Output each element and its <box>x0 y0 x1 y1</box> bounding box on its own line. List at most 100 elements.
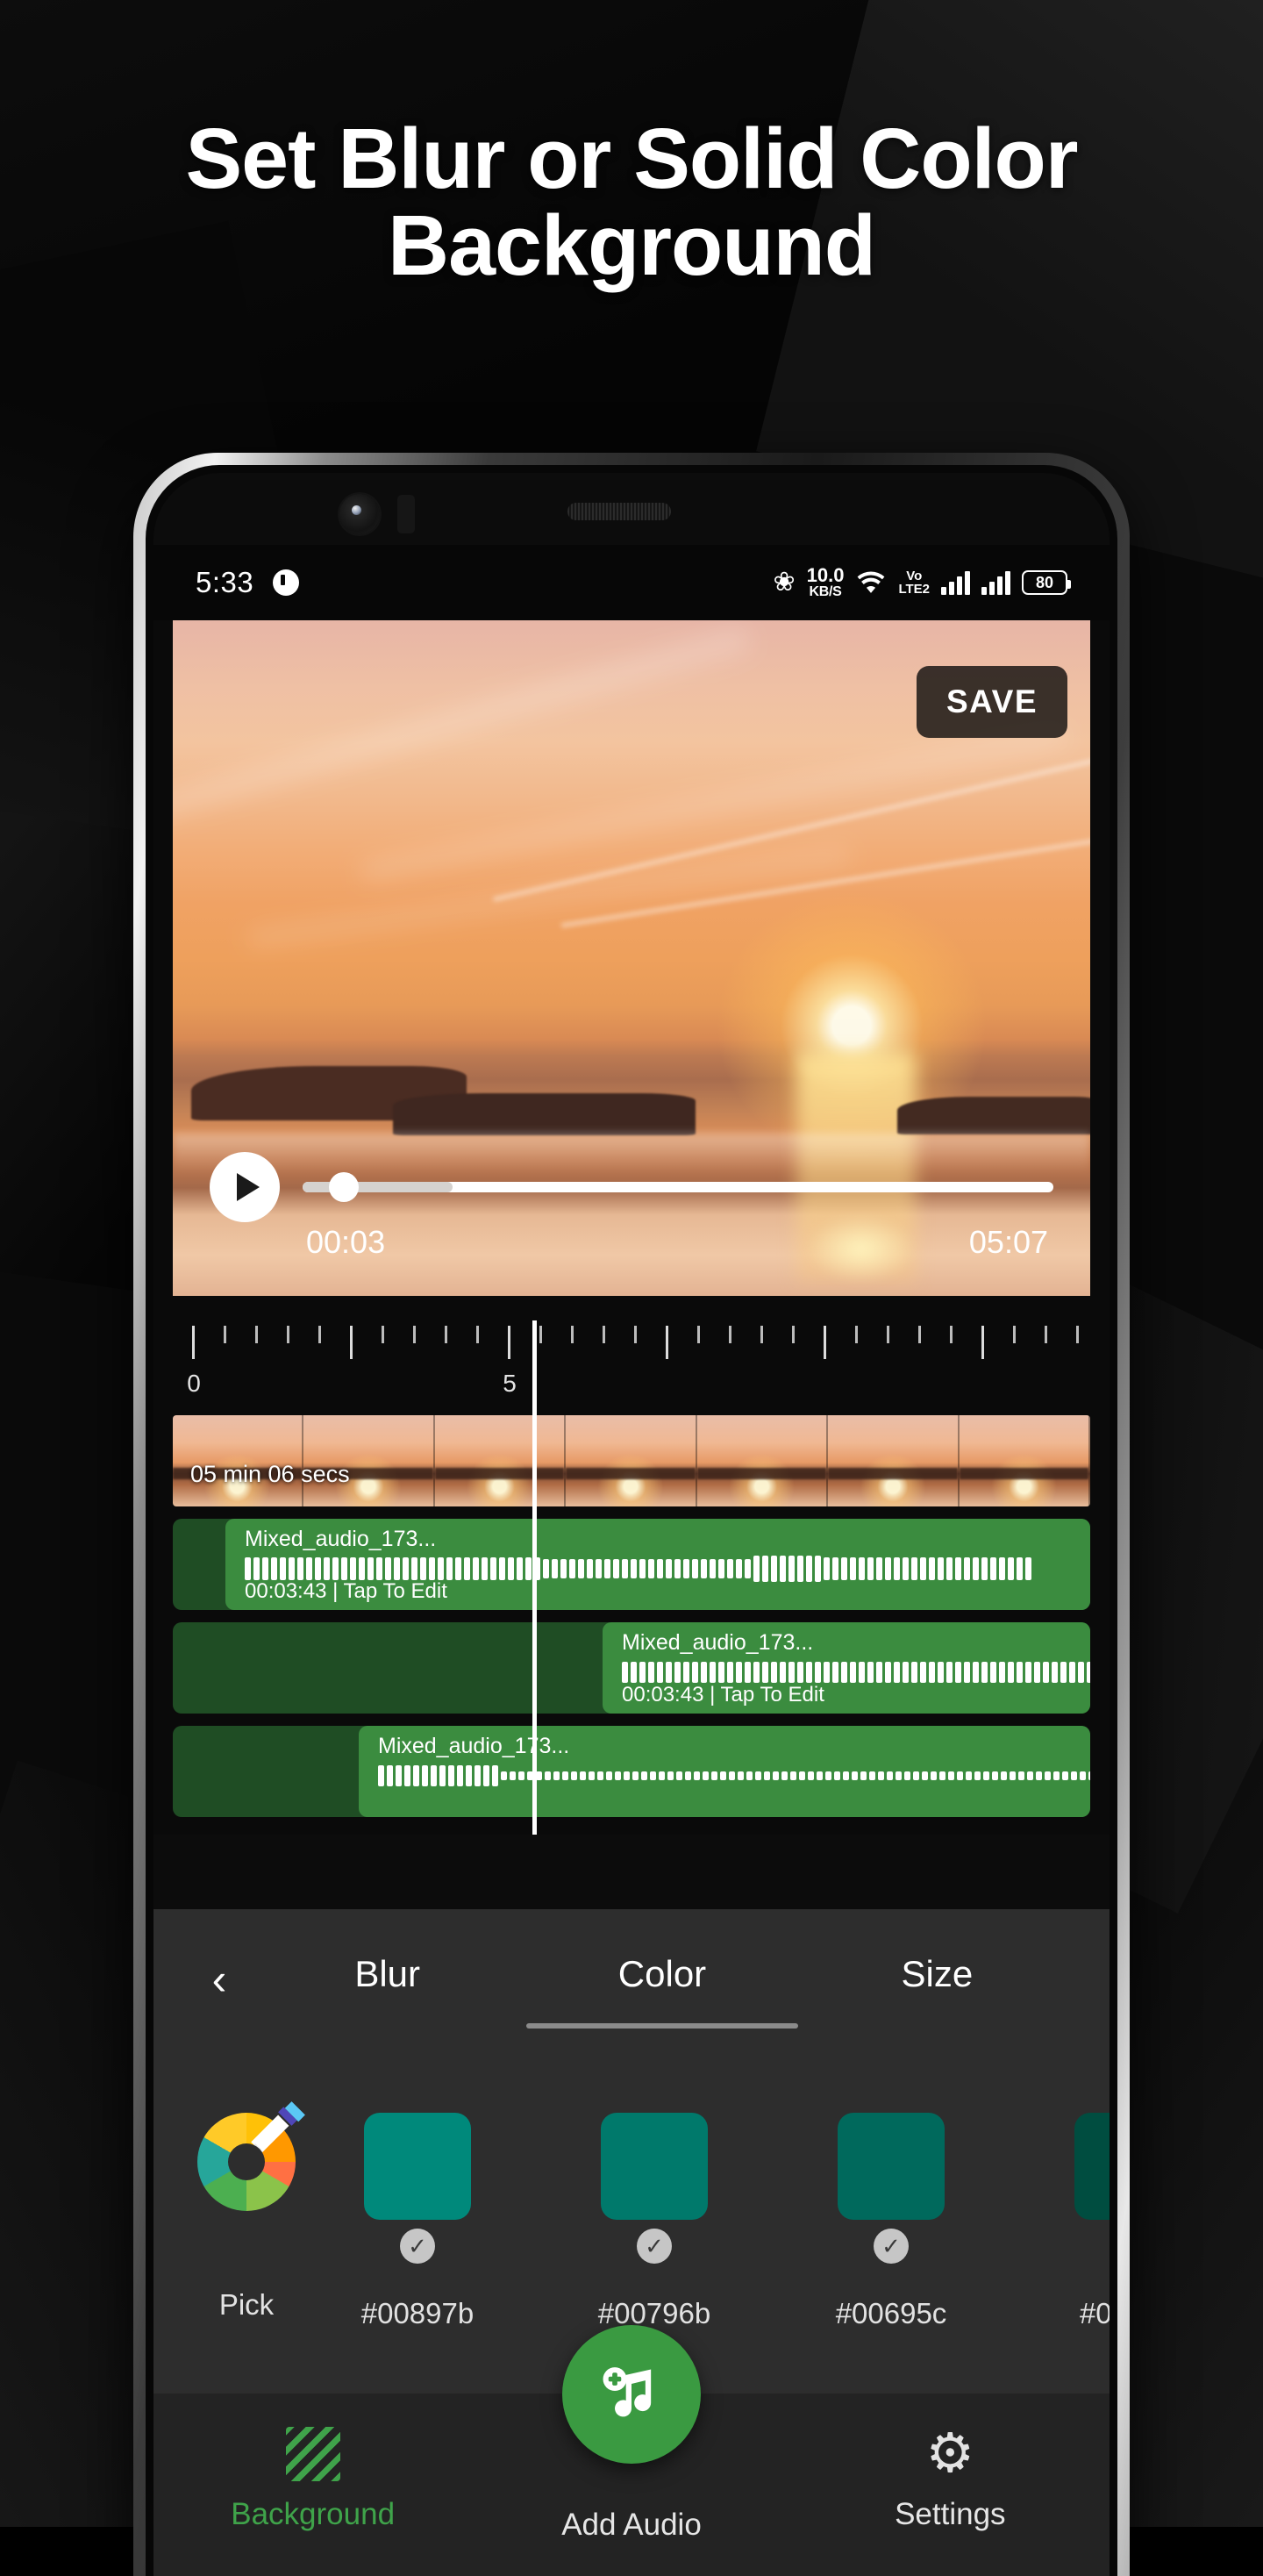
video-track[interactable]: 05 min 06 secs <box>173 1415 1090 1506</box>
swatch-chip[interactable] <box>1074 2113 1110 2220</box>
swatch-chip[interactable] <box>838 2113 945 2220</box>
audio-waveform <box>378 1761 1090 1791</box>
video-player-controls: 00:03 05:07 <box>173 1138 1090 1296</box>
headline-line-2: Background <box>388 197 876 293</box>
timeline-ruler[interactable]: 05 <box>153 1296 1110 1403</box>
phone-bezel: 5:33 ❀ 10.0 KB/S Vo LTE2 80 SAVE 00:03 0… <box>146 465 1117 2576</box>
nav-item-background[interactable]: Background <box>190 2427 436 2532</box>
ruler-tick-major <box>192 1326 195 1359</box>
signal-bars-sim1-icon <box>941 570 970 595</box>
network-speed-value: 10.0 <box>806 564 845 586</box>
chevron-left-icon[interactable]: ‹ <box>189 1957 250 2001</box>
ruler-tick-major <box>981 1326 984 1359</box>
audio-clip[interactable]: Mixed_audio_173... 00:03:43 | Tap To Edi… <box>603 1622 1090 1714</box>
ruler-tick-minor <box>318 1326 321 1343</box>
seek-thumb[interactable] <box>329 1172 360 1202</box>
status-clock: 5:33 <box>196 566 254 598</box>
phone-screen: 5:33 ❀ 10.0 KB/S Vo LTE2 80 SAVE 00:03 0… <box>153 473 1110 2576</box>
color-picker-button[interactable]: Pick <box>194 2101 305 2322</box>
swatch-chip[interactable] <box>364 2113 471 2220</box>
color-swatch[interactable]: ✓ #00796b <box>536 2113 773 2330</box>
audio-clip[interactable]: Mixed_audio_173... 00:03:43 | Tap To Edi… <box>225 1519 1090 1610</box>
ruler-tick-minor <box>382 1326 384 1343</box>
nav-label-background: Background <box>231 2497 396 2531</box>
eyedropper-icon <box>251 2101 305 2155</box>
save-button[interactable]: SAVE <box>916 666 1067 738</box>
color-picker-label: Pick <box>218 2288 275 2321</box>
audio-clip-meta: 00:03:43 | Tap To Edit <box>245 1579 447 1603</box>
add-audio-button[interactable] <box>562 2325 701 2464</box>
audio-track[interactable]: Mixed_audio_173... 00:03:43 | Tap To Edi… <box>173 1622 1090 1714</box>
editor-timeline[interactable]: 05 05 min 06 secs Mixed_audio_173... 00:… <box>153 1296 1110 1835</box>
video-preview[interactable]: SAVE 00:03 05:07 <box>153 620 1110 1296</box>
ruler-tick-minor <box>729 1326 731 1343</box>
total-time: 05:07 <box>968 1224 1048 1260</box>
battery-level: 80 <box>1035 573 1054 591</box>
ruler-tick-minor <box>918 1326 921 1343</box>
audio-clip-meta: 00:03:43 | Tap To Edit <box>622 1683 824 1707</box>
volte-top: Vo <box>906 569 923 583</box>
current-time: 00:03 <box>306 1224 386 1260</box>
nav-label-settings: Settings <box>895 2497 1006 2531</box>
cloud <box>173 626 751 826</box>
ruler-tick-minor <box>539 1326 542 1343</box>
gear-icon: ⚙ <box>925 2423 975 2484</box>
seek-track[interactable] <box>303 1172 1053 1202</box>
ruler-tick-minor <box>413 1326 416 1343</box>
ruler-tick-minor <box>887 1326 889 1343</box>
ruler-tick-minor <box>760 1326 763 1343</box>
tab-size[interactable]: Size <box>800 1953 1074 2006</box>
audio-track[interactable]: Mixed_audio_173... <box>173 1726 1090 1817</box>
ruler-tick-major <box>666 1326 668 1359</box>
color-swatch[interactable]: ✓ #004d4 <box>1010 2113 1110 2330</box>
play-button[interactable] <box>210 1152 280 1222</box>
earpiece-speaker-icon <box>567 503 671 520</box>
audio-track[interactable]: Mixed_audio_173... 00:03:43 | Tap To Edi… <box>173 1519 1090 1610</box>
swatch-label: #004d4 <box>1079 2297 1110 2329</box>
play-icon <box>236 1173 260 1201</box>
bluetooth-icon: ❀ <box>773 568 796 597</box>
volte-bottom: LTE2 <box>898 582 930 597</box>
ruler-tick-minor <box>571 1326 574 1343</box>
ruler-label: 0 <box>187 1370 201 1397</box>
phone-sensor-area <box>153 473 1110 545</box>
color-swatch[interactable]: ✓ #00897b <box>299 2113 536 2330</box>
status-bar-right: ❀ 10.0 KB/S Vo LTE2 80 <box>773 564 1071 599</box>
network-speed-unit: KB/S <box>809 584 842 599</box>
tab-blur[interactable]: Blur <box>250 1953 524 2006</box>
phone-mockup: 5:33 ❀ 10.0 KB/S Vo LTE2 80 SAVE 00:03 0… <box>133 453 1130 2576</box>
timeline-playhead[interactable] <box>532 1320 537 1835</box>
dnd-icon <box>273 569 300 596</box>
ruler-tick-minor <box>287 1326 289 1343</box>
cloud <box>360 727 1067 880</box>
swatch-chip[interactable] <box>601 2113 708 2220</box>
check-icon: ✓ <box>874 2229 909 2264</box>
video-thumb <box>434 1415 567 1506</box>
headline-line-1: Set Blur or Solid Color <box>185 111 1078 206</box>
rock-silhouette <box>393 1093 696 1135</box>
seek-bar[interactable] <box>303 1152 1053 1222</box>
audio-clip-name: Mixed_audio_173... <box>622 1630 814 1655</box>
color-swatch[interactable]: ✓ #00695c <box>773 2113 1010 2330</box>
tab-color[interactable]: Color <box>524 1953 799 2006</box>
ruler-tick-minor <box>476 1326 479 1343</box>
swatch-label: #00796b <box>597 2297 711 2329</box>
ruler-tick-major <box>350 1326 353 1359</box>
video-thumb <box>959 1415 1090 1506</box>
signal-bars-sim2-icon <box>981 570 1010 595</box>
audio-clip[interactable]: Mixed_audio_173... <box>359 1726 1090 1817</box>
ruler-tick-minor <box>792 1326 795 1343</box>
video-thumb <box>696 1415 829 1506</box>
ruler-tick-minor <box>697 1326 700 1343</box>
video-clip-duration: 05 min 06 secs <box>190 1461 350 1487</box>
swatch-label: #00695c <box>835 2297 947 2329</box>
audio-clip-name: Mixed_audio_173... <box>245 1527 437 1551</box>
ruler-tick-minor <box>445 1326 447 1343</box>
ruler-tick-minor <box>1076 1326 1079 1343</box>
seek-progress <box>303 1182 453 1192</box>
ruler-tick-minor <box>855 1326 858 1343</box>
nav-item-settings[interactable]: ⚙ Settings <box>827 2427 1073 2532</box>
ruler-tick-major <box>508 1326 510 1359</box>
battery-icon: 80 <box>1022 570 1071 595</box>
ruler-tick-minor <box>603 1326 605 1343</box>
